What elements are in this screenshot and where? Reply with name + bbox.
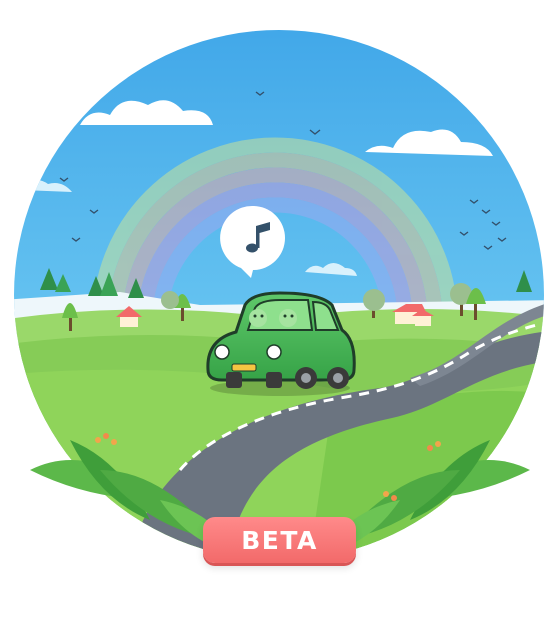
beta-badge: BETA <box>203 517 356 563</box>
illustration-stage: BETA <box>0 0 558 624</box>
beta-label: BETA <box>241 525 318 555</box>
